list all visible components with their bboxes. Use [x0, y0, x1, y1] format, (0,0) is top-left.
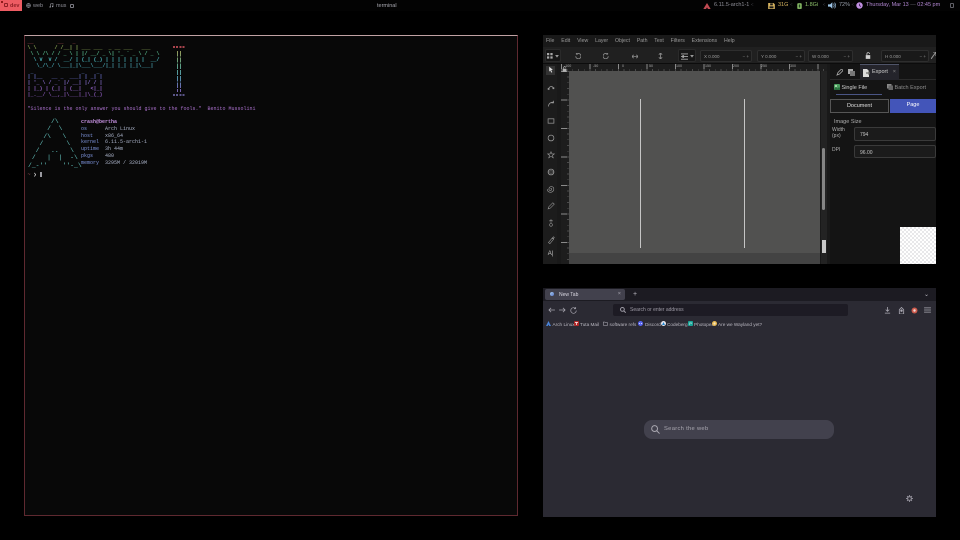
svg-text:P: P: [689, 321, 692, 326]
